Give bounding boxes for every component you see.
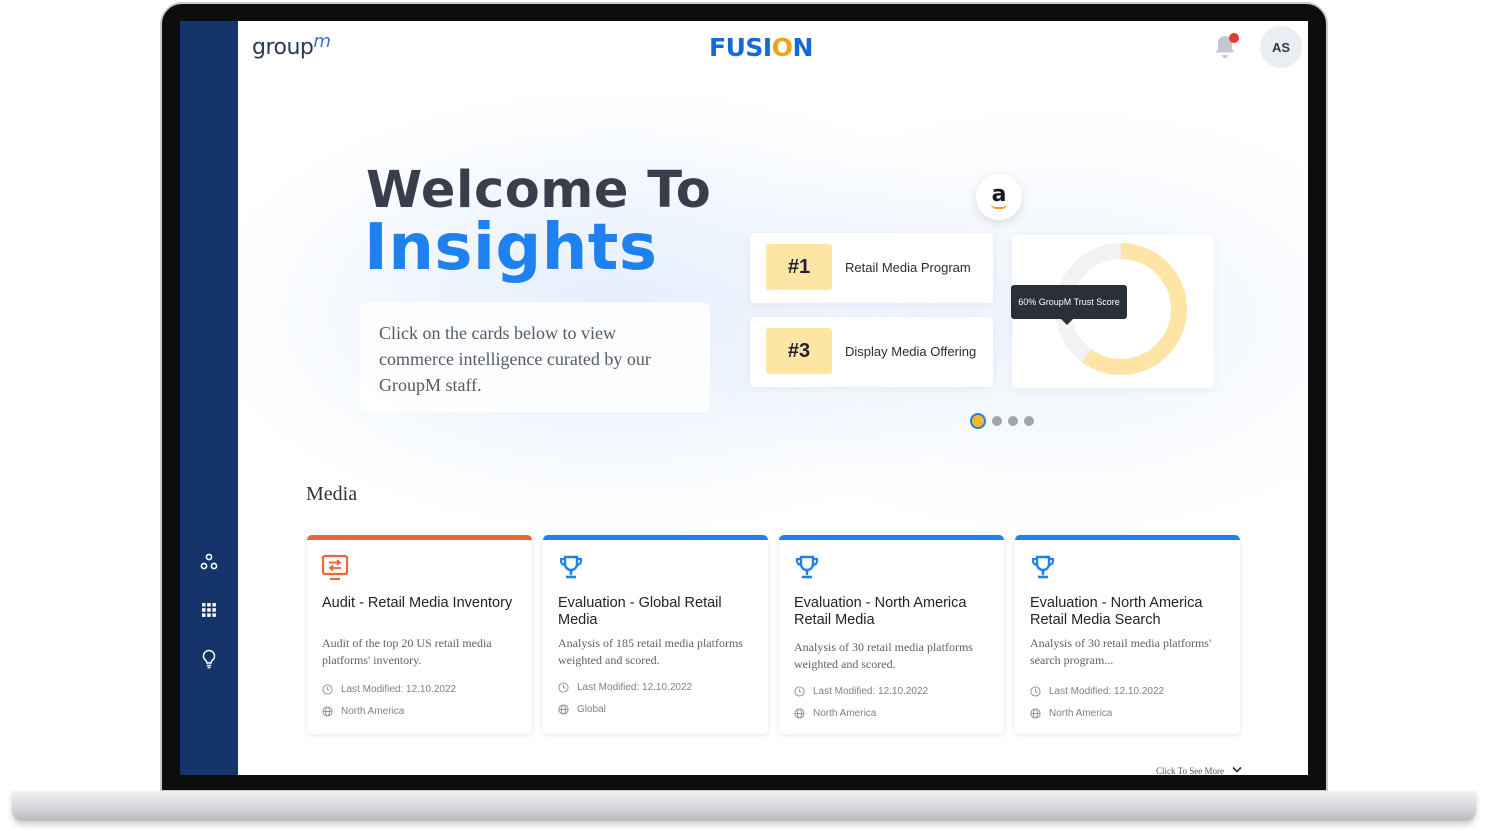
card-title: Evaluation - Global Retail Media bbox=[558, 595, 722, 628]
card-modified: Last Modified: 12.10.2022 bbox=[558, 682, 692, 693]
app-screen: groupm FUSION AS Welcome To Insights Cli… bbox=[180, 21, 1308, 775]
notification-badge bbox=[1229, 33, 1239, 43]
hero-description: Click on the cards below to view commerc… bbox=[360, 302, 710, 412]
monitor-transfer-icon bbox=[321, 554, 349, 581]
amazon-logo-letter: a bbox=[991, 182, 1007, 207]
groupm-logo[interactable]: groupm bbox=[252, 31, 331, 60]
grid-icon[interactable] bbox=[199, 600, 219, 620]
card-modified-text: Last Modified: 12.10.2022 bbox=[341, 684, 457, 695]
card-description: Audit of the top 20 US retail media plat… bbox=[322, 636, 492, 667]
carousel-dot[interactable] bbox=[1008, 416, 1018, 426]
see-more-link[interactable]: Click To See More bbox=[1156, 766, 1224, 775]
fusion-logo-suffix: N bbox=[792, 33, 813, 62]
card-region: North America bbox=[794, 708, 876, 719]
card-region-text: North America bbox=[1049, 708, 1113, 719]
card-title: Audit - Retail Media Inventory bbox=[322, 595, 513, 611]
carousel-dot[interactable] bbox=[1024, 416, 1034, 426]
media-card[interactable]: Evaluation - North America Retail Media … bbox=[1015, 535, 1240, 734]
card-modified: Last Modified: 12.10.2022 bbox=[1030, 686, 1164, 697]
carousel-dot[interactable] bbox=[992, 416, 1002, 426]
globe-icon bbox=[1030, 708, 1041, 719]
rank-number: #3 bbox=[766, 328, 832, 374]
card-modified-text: Last Modified: 12.10.2022 bbox=[577, 682, 693, 693]
media-card[interactable]: Audit - Retail Media Inventory Audit of … bbox=[307, 535, 532, 734]
media-card[interactable]: Evaluation - North America Retail Media … bbox=[779, 535, 1004, 734]
card-region: Global bbox=[558, 704, 606, 715]
card-region-text: Global bbox=[577, 704, 606, 715]
card-region: North America bbox=[1030, 708, 1112, 719]
logo-text: group bbox=[252, 35, 314, 60]
card-modified-text: Last Modified: 12.10.2022 bbox=[813, 686, 929, 697]
fusion-logo-o: O bbox=[771, 33, 793, 62]
avatar[interactable]: AS bbox=[1260, 26, 1302, 68]
trust-score-tooltip: 60% GroupM Trust Score bbox=[1011, 285, 1127, 325]
card-region-text: North America bbox=[341, 706, 405, 717]
laptop-base bbox=[12, 791, 1476, 821]
card-modified: Last Modified: 12.10.2022 bbox=[322, 684, 456, 695]
globe-icon bbox=[322, 706, 333, 717]
card-title: Evaluation - North America Retail Media … bbox=[1030, 595, 1203, 628]
rank-card[interactable]: #1 Retail Media Program bbox=[750, 233, 993, 303]
lightbulb-icon[interactable] bbox=[199, 649, 219, 669]
nodes-icon[interactable] bbox=[199, 552, 219, 572]
rank-number: #1 bbox=[766, 244, 832, 290]
amazon-smile-icon bbox=[991, 204, 1007, 209]
globe-icon bbox=[794, 708, 805, 719]
rank-label: Display Media Offering bbox=[845, 344, 977, 359]
fusion-logo[interactable]: FUSION bbox=[709, 33, 813, 62]
rank-card[interactable]: #3 Display Media Offering bbox=[750, 317, 993, 387]
clock-icon bbox=[322, 684, 333, 695]
trophy-icon bbox=[795, 555, 819, 579]
carousel-dot-active[interactable] bbox=[970, 413, 986, 429]
card-description: Analysis of 30 retail media platforms we… bbox=[794, 640, 973, 671]
clock-icon bbox=[1030, 686, 1041, 697]
media-card[interactable]: Evaluation - Global Retail Media Analysi… bbox=[543, 535, 768, 734]
chevron-down-icon[interactable] bbox=[1231, 764, 1243, 775]
card-region-text: North America bbox=[813, 708, 877, 719]
fusion-logo-prefix: FUSI bbox=[709, 33, 772, 62]
card-modified: Last Modified: 12.10.2022 bbox=[794, 686, 928, 697]
amazon-logo-badge: a bbox=[976, 174, 1022, 220]
sidebar bbox=[180, 21, 238, 775]
clock-icon bbox=[794, 686, 805, 697]
card-region: North America bbox=[322, 706, 404, 717]
card-description: Analysis of 185 retail media platforms w… bbox=[558, 636, 743, 667]
card-description: Analysis of 30 retail media platforms' s… bbox=[1030, 636, 1212, 667]
clock-icon bbox=[558, 682, 569, 693]
globe-icon bbox=[558, 704, 569, 715]
card-modified-text: Last Modified: 12.10.2022 bbox=[1049, 686, 1165, 697]
hero-title-highlight: Insights bbox=[364, 211, 658, 285]
rank-label: Retail Media Program bbox=[845, 260, 971, 275]
section-title: Media bbox=[306, 483, 358, 505]
logo-superscript: m bbox=[313, 31, 331, 52]
trophy-icon bbox=[1031, 555, 1055, 579]
trophy-icon bbox=[559, 555, 583, 579]
card-title: Evaluation - North America Retail Media bbox=[794, 595, 967, 628]
